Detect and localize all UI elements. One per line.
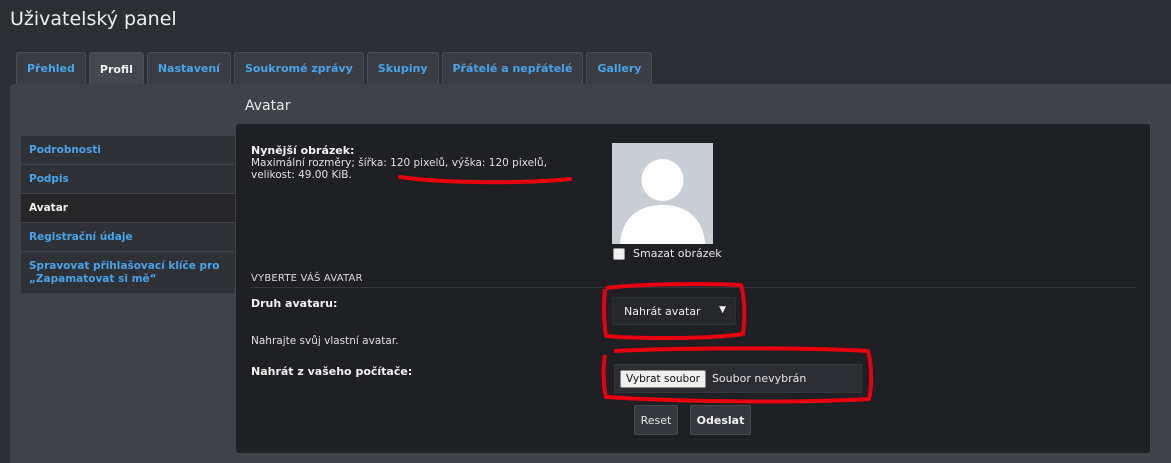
tab-pratele[interactable]: Přátelé a nepřátelé: [441, 52, 584, 84]
sidebar-item-registracni-udaje[interactable]: Registrační údaje: [21, 223, 235, 252]
dropdown-arrow-icon: ▼: [719, 305, 726, 315]
tab-nastaveni[interactable]: Nastavení: [146, 52, 231, 84]
reset-button[interactable]: Reset: [634, 405, 678, 435]
divider: [250, 287, 1136, 288]
tab-soukrome-zpravy[interactable]: Soukromé zprávy: [233, 52, 364, 84]
tab-gallery[interactable]: Gallery: [586, 52, 653, 84]
section-title: Avatar: [245, 98, 291, 114]
delete-avatar-label: Smazat obrázek: [633, 247, 722, 260]
tab-prehled[interactable]: Přehled: [16, 52, 86, 84]
max-size-text: velikost: 49.00 KiB.: [251, 169, 352, 181]
max-dimensions-text: Maximální rozměry; šířka: 120 pixelů, vý…: [251, 157, 548, 169]
sidebar-nav: Podrobnosti Podpis Avatar Registrační úd…: [21, 136, 235, 294]
choose-file-button[interactable]: Vybrat soubor: [620, 369, 706, 388]
avatar-type-value: Nahrát avatar: [624, 304, 701, 318]
tab-bar: Přehled Profil Nastavení Soukromé zprávy…: [16, 52, 653, 85]
file-input[interactable]: Vybrat soubor Soubor nevybrán: [614, 364, 862, 393]
tab-profil[interactable]: Profil: [88, 52, 144, 85]
current-avatar-heading: Nynější obrázek:: [251, 144, 355, 157]
upload-from-pc-label: Nahrát z vašeho počítače:: [251, 365, 413, 378]
upload-note: Nahrajte svůj vlastní avatar.: [251, 335, 399, 347]
page-title: Uživatelský panel: [10, 8, 177, 30]
delete-avatar-checkbox[interactable]: [613, 247, 625, 260]
file-status-text: Soubor nevybrán: [711, 372, 807, 385]
submit-button[interactable]: Odeslat: [690, 405, 751, 435]
avatar-type-label: Druh avataru:: [251, 297, 338, 310]
delete-avatar-row: Smazat obrázek: [613, 247, 722, 260]
select-avatar-heading: VYBERTE VÁŠ AVATAR: [251, 273, 363, 284]
sidebar-item-avatar[interactable]: Avatar: [21, 194, 235, 223]
tab-skupiny[interactable]: Skupiny: [366, 52, 439, 84]
default-avatar-icon: [612, 143, 713, 244]
avatar-type-select[interactable]: Nahrát avatar ▼: [612, 297, 736, 325]
sidebar-item-podrobnosti[interactable]: Podrobnosti: [21, 136, 235, 165]
sidebar-item-podpis[interactable]: Podpis: [21, 165, 235, 194]
current-avatar-info: Nynější obrázek: Maximální rozměry; šířk…: [251, 144, 547, 181]
sidebar-item-prihlasovaci-klice[interactable]: Spravovat přihlašovací klíče pro „Zapama…: [21, 252, 235, 294]
avatar-image: [612, 143, 713, 244]
